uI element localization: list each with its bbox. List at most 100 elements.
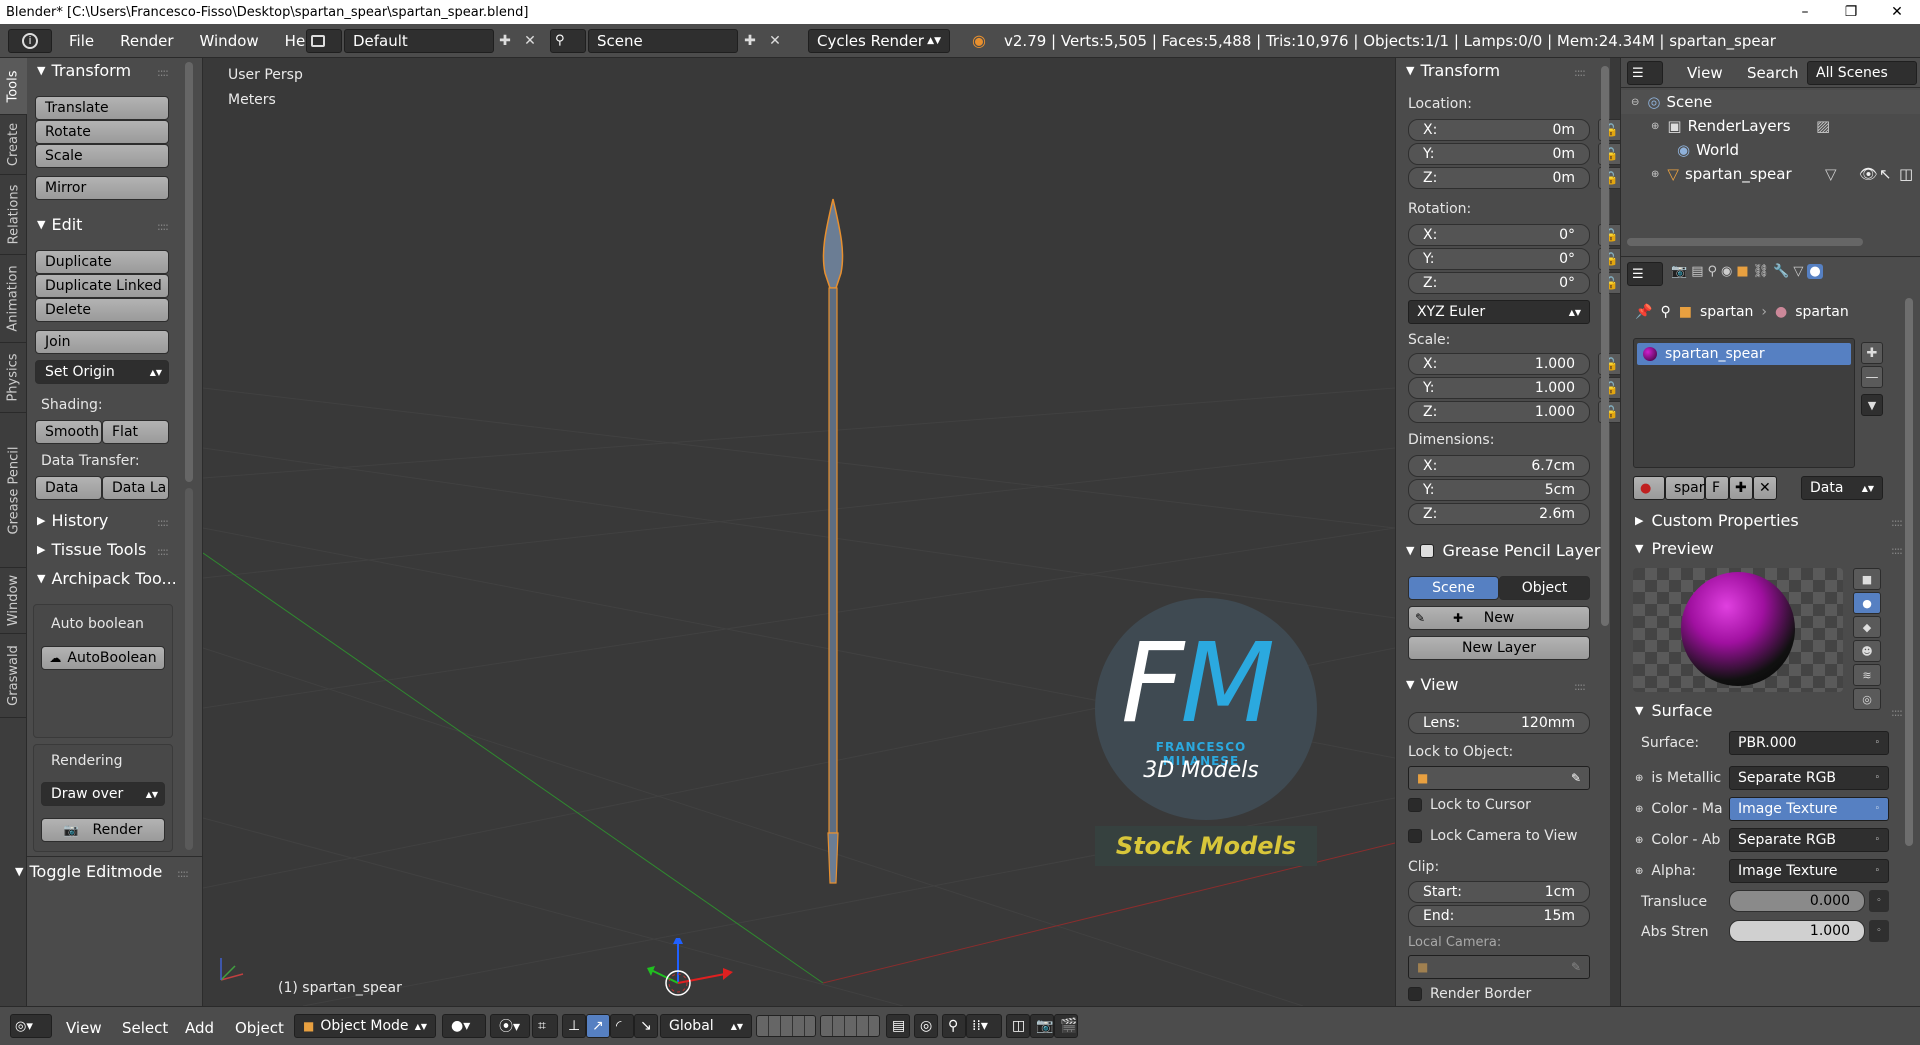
gp-new-layer-button[interactable]: New Layer [1408,636,1590,660]
scene-tab-icon[interactable]: ⚲ [1707,264,1717,279]
outliner-item-spartan-spear[interactable]: ⊕ ▽ spartan_spear ▽ 👁 ↖ ◫ [1621,162,1920,186]
dimensions-x-field[interactable]: X: 6.7cm [1408,455,1590,477]
lock-to-cursor-row[interactable]: Lock to Cursor [1408,797,1531,813]
location-x-field[interactable]: X: 0m [1408,119,1590,141]
toolshelf-scrollbar-lower[interactable] [185,488,193,850]
scene-layers-row2[interactable] [820,1015,880,1037]
rotation-mode-dropdown[interactable]: XYZ Euler ▲▼ [1408,300,1590,324]
flat-button[interactable]: Flat [102,420,169,444]
dimensions-y-field[interactable]: Y: 5cm [1408,479,1590,501]
lock-object-field[interactable]: ■ ✎ [1408,766,1590,790]
data-button[interactable]: Data [35,476,102,500]
remove-slot-icon[interactable]: — [1861,366,1883,388]
panel-transform-header[interactable]: ▼ Transform [37,61,131,80]
render-button[interactable]: 📷 Render [41,818,165,842]
interaction-mode-dropdown[interactable]: ■ Object Mode ▲▼ [294,1014,436,1038]
delete-button[interactable]: Delete [35,298,169,322]
panel-edit-header[interactable]: ▼ Edit [37,215,82,234]
panel-history-header[interactable]: ▶ History [37,511,108,530]
proportional-edit-icon[interactable]: ◎ [914,1014,938,1038]
drag-grip-icon[interactable]: :::: [157,516,169,529]
preview-sphere-icon[interactable]: ● [1853,592,1881,614]
outliner-search-menu[interactable]: Search [1747,64,1799,82]
drag-grip-icon[interactable]: :::: [157,220,169,233]
material-link-dropdown[interactable]: Data ▲▼ [1801,476,1883,500]
opengl-render-icon[interactable]: ◫ [1006,1014,1030,1038]
location-y-field[interactable]: Y: 0m [1408,143,1590,165]
viewport-editor-type[interactable]: ◎▾ [10,1014,52,1038]
lock-camera-row[interactable]: Lock Camera to View [1408,828,1578,844]
tab-relations[interactable]: Relations [0,175,27,255]
rotate-manipulator[interactable]: ◜ [610,1014,634,1038]
fake-user-button[interactable]: F [1705,476,1729,500]
preview-flat-icon[interactable]: ■ [1853,568,1881,590]
npanel-scrollbar[interactable] [1601,66,1609,626]
tab-grease-pencil[interactable]: Grease Pencil [0,413,27,568]
auto-boolean-button[interactable]: ☁ AutoBoolean [41,646,165,670]
input-color-ma-field[interactable]: Image Texture ◦ [1729,797,1889,821]
rotation-y-field[interactable]: Y: 0° [1408,248,1590,270]
drag-grip-icon[interactable]: :::: [1891,544,1903,557]
scale-z-field[interactable]: Z: 1.000 [1408,401,1590,423]
surface-shader-field[interactable]: PBR.000 ◦ [1729,731,1889,755]
translucent-slider[interactable]: 0.000 [1729,890,1865,912]
expand-socket-icon[interactable]: ⊕ [1635,835,1643,846]
node-link-icon[interactable]: ◦ [1869,890,1889,912]
set-origin-dropdown[interactable]: Set Origin ▲▼ [35,360,169,384]
preview-header[interactable]: ▼ Preview [1635,539,1714,558]
dimensions-z-field[interactable]: Z: 2.6m [1408,503,1590,525]
material-tab-icon[interactable]: ● [1807,264,1823,279]
tab-physics[interactable]: Physics [0,343,27,413]
rotate-button[interactable]: Rotate [35,120,169,144]
location-z-field[interactable]: Z: 0m [1408,167,1590,189]
drag-grip-icon[interactable]: :::: [1891,516,1903,529]
menu-select[interactable]: Select [122,1019,168,1037]
tab-window[interactable]: Window [0,568,27,634]
drag-grip-icon[interactable]: :::: [157,66,169,79]
render-tab-icon[interactable]: 📷 [1671,264,1687,279]
clip-end-field[interactable]: End: 15m [1408,905,1590,927]
material-name-field[interactable]: spart [1665,476,1710,500]
surface-header[interactable]: ▼ Surface [1635,701,1712,720]
node-link-icon[interactable]: ◦ [1869,920,1889,942]
draw-over-dropdown[interactable]: Draw over ▲▼ [41,782,165,806]
snap-toggle-icon[interactable]: ⚲ [942,1014,966,1038]
duplicate-linked-button[interactable]: Duplicate Linked [35,274,169,298]
drag-grip-icon[interactable]: :::: [1574,680,1586,693]
maximize-button[interactable]: ❐ [1828,0,1874,24]
constraints-tab-icon[interactable]: ⛓ [1753,264,1770,279]
slot-specials-icon[interactable]: ▼ [1861,394,1883,416]
render-engine-select[interactable]: Cycles Render ▲▼ [808,28,950,53]
preview-world-icon[interactable]: ◎ [1853,688,1881,710]
opengl-render-still-icon[interactable]: 📷 [1030,1014,1054,1038]
close-button[interactable]: ✕ [1874,0,1920,24]
translate-manipulator[interactable]: ↗ [586,1014,610,1038]
menu-object[interactable]: Object [235,1019,284,1037]
viewport-shading-dropdown[interactable]: ●▾ [442,1014,486,1038]
add-scene-icon[interactable]: ✚ [740,31,760,51]
add-layout-icon[interactable]: ✚ [495,31,515,51]
mirror-button[interactable]: Mirror [35,176,169,200]
drag-grip-icon[interactable]: :::: [1891,706,1903,719]
lock-layers-icon[interactable]: ▤ [886,1014,910,1038]
menu-window[interactable]: Window [187,32,272,50]
translate-button[interactable]: Translate [35,96,169,120]
modifiers-tab-icon[interactable]: 🔧 [1773,264,1789,279]
outliner-h-scrollbar[interactable] [1627,238,1863,246]
expand-socket-icon[interactable]: ⊕ [1635,866,1643,877]
only-origins-toggle[interactable]: ⌗ [532,1014,558,1038]
properties-scrollbar[interactable] [1905,298,1913,846]
menu-render[interactable]: Render [107,32,186,50]
panel-archipack-header[interactable]: ▼ Archipack Too... [37,569,177,588]
preview-hair-icon[interactable]: ≋ [1853,664,1881,686]
material-slot-item[interactable]: spartan_spear [1637,343,1851,365]
drag-grip-icon[interactable]: :::: [177,867,189,880]
drag-grip-icon[interactable]: :::: [157,545,169,558]
remove-layout-icon[interactable]: ✕ [520,31,540,51]
visibility-eye-icon[interactable]: 👁 [1859,165,1878,183]
3d-viewport[interactable]: User Persp Meters (1) spartan_spear FM F… [203,58,1395,1006]
lock-cursor-checkbox[interactable] [1408,798,1422,812]
abs-strength-slider[interactable]: 1.000 [1729,920,1865,942]
render-border-row[interactable]: Render Border [1408,986,1531,1002]
pivot-point-dropdown[interactable]: ⦿▾ [490,1014,530,1038]
